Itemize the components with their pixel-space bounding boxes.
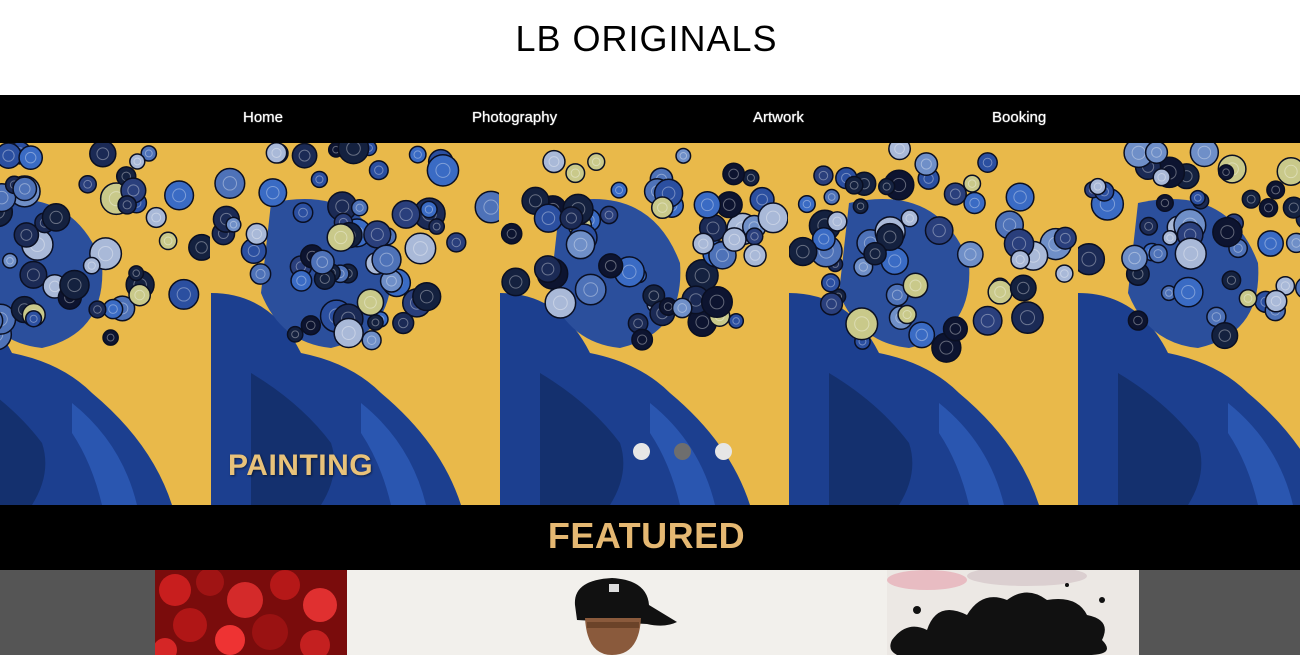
- slide-dot-3[interactable]: [715, 443, 732, 460]
- site-header: LB ORIGINALS: [0, 0, 1300, 95]
- painting-image: [0, 143, 210, 505]
- site-title[interactable]: LB ORIGINALS: [0, 18, 1293, 60]
- nav-item-artwork[interactable]: Artwork: [753, 109, 804, 126]
- ink-splatter-thumbnail[interactable]: [887, 570, 1139, 655]
- nav-item-booking[interactable]: Booking: [992, 109, 1046, 126]
- slide-dot-1[interactable]: [633, 443, 650, 460]
- featured-section-header: FEATURED: [0, 505, 1300, 570]
- red-painting-thumbnail[interactable]: [155, 570, 347, 655]
- painting-panel: [1078, 143, 1300, 505]
- painting-image: [789, 143, 1077, 505]
- painting-image: [1078, 143, 1300, 505]
- red-painting-image: [155, 570, 347, 655]
- painting-panel: [789, 143, 1077, 505]
- nav-item-home[interactable]: Home: [243, 109, 283, 126]
- portrait-photo-thumbnail[interactable]: [347, 570, 887, 655]
- featured-gallery: [0, 570, 1300, 655]
- hero-slideshow[interactable]: PAINTING: [0, 143, 1300, 506]
- featured-title: FEATURED: [547, 515, 746, 556]
- main-navigation: Home Photography Artwork Booking: [0, 95, 1300, 143]
- painting-panel: [0, 143, 210, 505]
- nav-item-photography[interactable]: Photography: [472, 109, 557, 126]
- ink-splatter-image: [887, 570, 1139, 655]
- hero-caption: PAINTING: [228, 449, 374, 482]
- portrait-photo-image: [347, 570, 887, 655]
- slide-dot-2[interactable]: [674, 443, 691, 460]
